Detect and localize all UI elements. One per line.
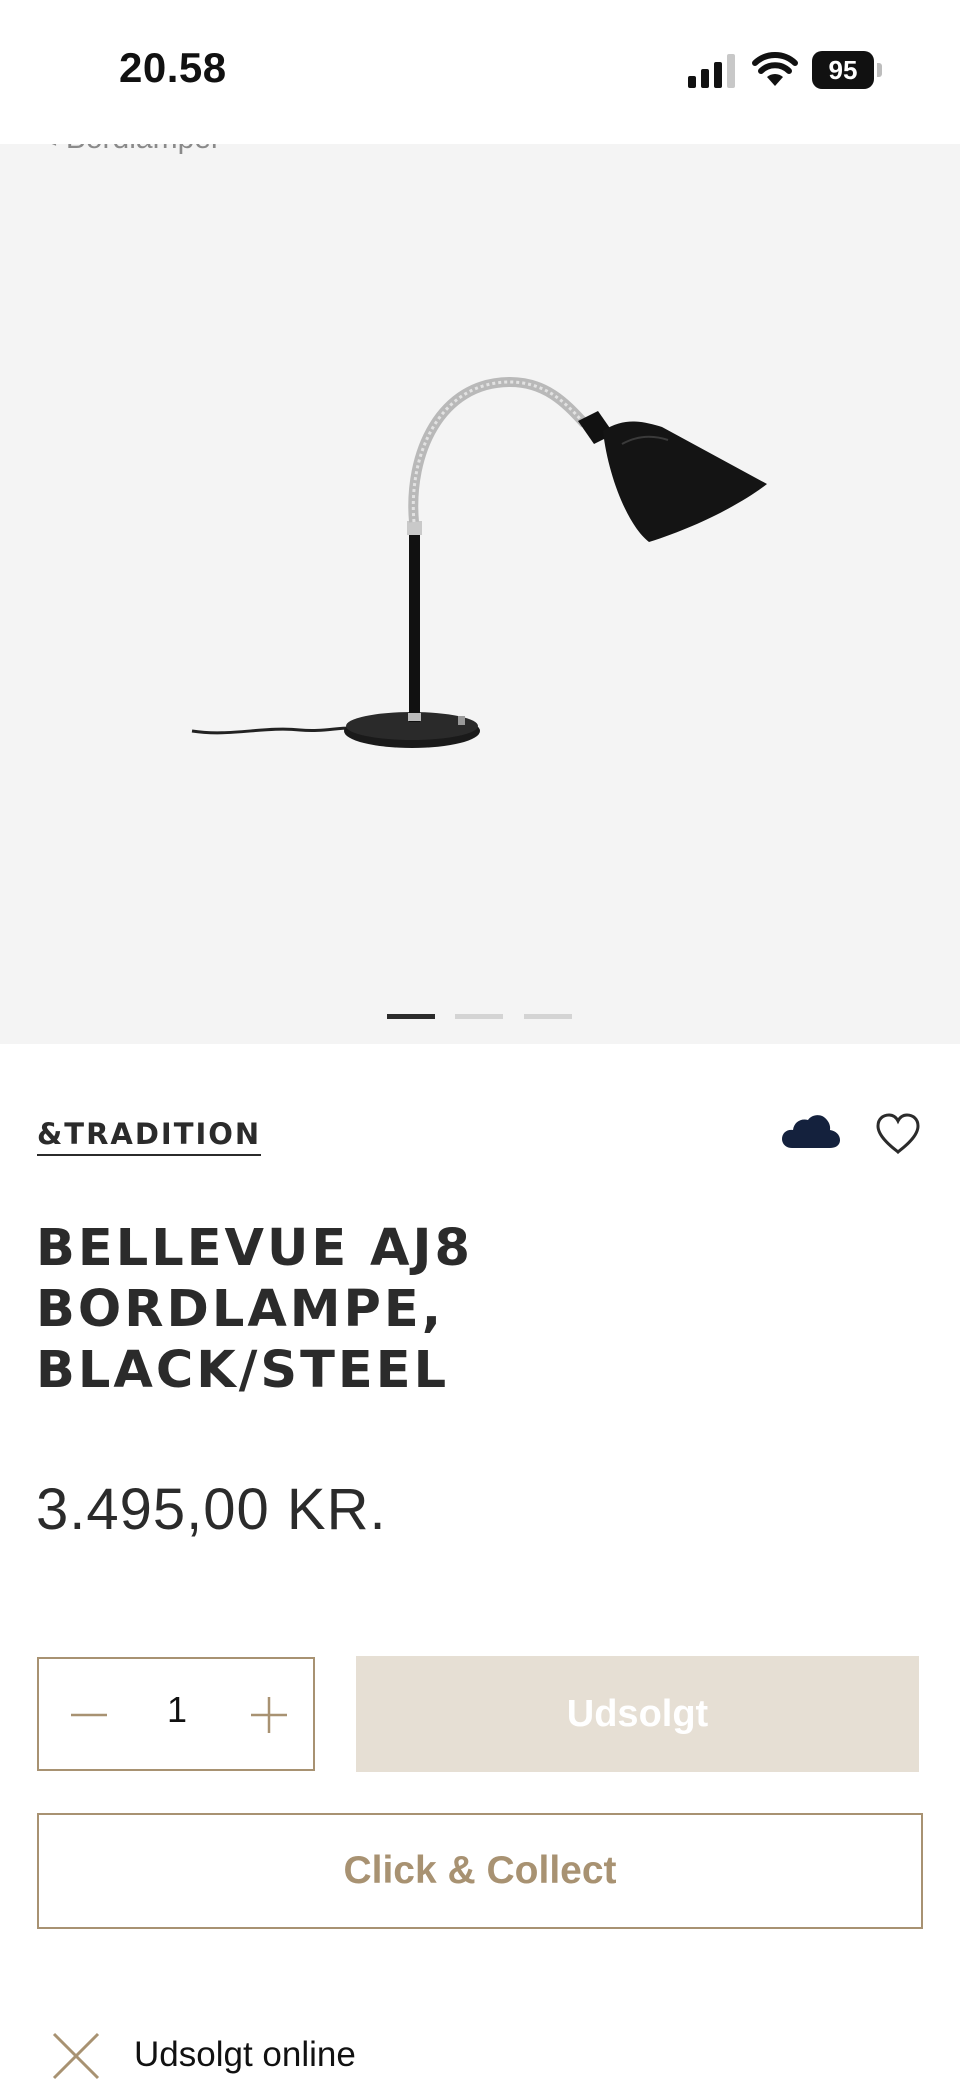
- x-icon: [52, 2032, 100, 2080]
- soldout-button[interactable]: Udsolgt: [356, 1656, 919, 1772]
- battery-icon: 95: [812, 51, 884, 89]
- quantity-stepper: 1: [37, 1657, 315, 1771]
- pagination-dot[interactable]: [524, 1014, 572, 1019]
- wifi-icon: [752, 52, 798, 86]
- quantity-value[interactable]: 1: [139, 1689, 215, 1731]
- title-line: BLACK/STEEL: [36, 1341, 450, 1400]
- brand-link[interactable]: &TRADITION: [37, 1117, 262, 1156]
- plus-icon[interactable]: [249, 1695, 289, 1735]
- status-bar: 20.58 95: [0, 0, 960, 144]
- product-price: 3.495,00 KR.: [36, 1477, 387, 1542]
- heart-icon[interactable]: [874, 1112, 922, 1156]
- stock-status: Udsolgt online: [134, 2035, 356, 2074]
- product-title: BELLEVUE AJ8 BORDLAMPE, BLACK/STEEL: [36, 1218, 916, 1401]
- pagination-dot[interactable]: [387, 1014, 435, 1019]
- pagination-dot[interactable]: [455, 1014, 503, 1019]
- minus-icon[interactable]: [69, 1695, 109, 1735]
- battery-level: 95: [812, 51, 874, 89]
- title-line: BELLEVUE AJ8: [36, 1219, 473, 1278]
- signal-icon: [688, 54, 735, 88]
- gallery-pagination: [387, 1014, 577, 1020]
- product-image-gallery[interactable]: < Bordlamper: [0, 144, 960, 1044]
- status-time: 20.58: [119, 44, 227, 91]
- click-collect-button[interactable]: Click & Collect: [37, 1813, 923, 1929]
- cloud-icon[interactable]: [782, 1112, 840, 1152]
- product-image: [191, 376, 767, 748]
- title-line: BORDLAMPE,: [36, 1280, 445, 1339]
